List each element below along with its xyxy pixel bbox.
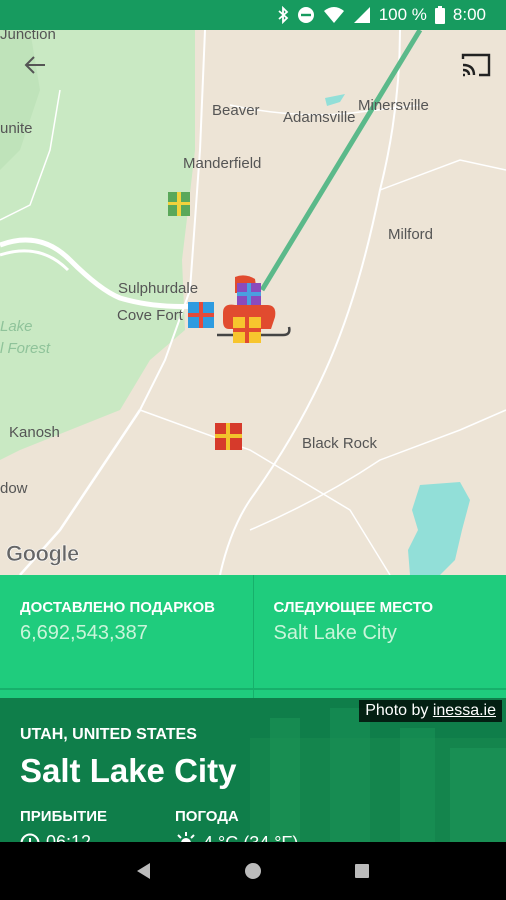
- nav-back-button[interactable]: [129, 856, 159, 886]
- nav-home-icon: [244, 863, 261, 879]
- present-marker-icon[interactable]: [215, 423, 242, 450]
- cast-button[interactable]: [460, 50, 492, 80]
- google-logo: Google: [6, 541, 80, 567]
- battery-icon: [434, 6, 445, 24]
- photo-credit-prefix: Photo by: [365, 702, 429, 719]
- map-label-black-rock: Black Rock: [302, 435, 378, 452]
- destination-card[interactable]: Photo by inessa.ie UTAH, UNITED STATES S…: [0, 698, 506, 842]
- weather-label: ПОГОДА: [175, 808, 239, 825]
- map-label-junction: Junction: [0, 30, 56, 43]
- back-button[interactable]: [20, 50, 50, 80]
- map-label-minersville: Minersville: [358, 97, 429, 114]
- nav-back-icon: [137, 863, 151, 879]
- nav-recents-icon: [354, 864, 369, 878]
- arrival-value: 06:12: [46, 832, 92, 842]
- present-marker-icon[interactable]: [188, 302, 214, 328]
- arrival-label: ПРИБЫТИЕ: [20, 808, 107, 825]
- photo-credit: Photo by inessa.ie: [359, 700, 502, 722]
- map-label-beaver: Beaver: [212, 102, 260, 119]
- delivered-stat: ДОСТАВЛЕНО ПОДАРКОВ 6,692,543,387: [0, 575, 253, 698]
- weather-value-row: 4 °C (34 °F): [175, 832, 298, 842]
- clock-icon: [20, 833, 40, 842]
- map-label-milford: Milford: [388, 226, 434, 243]
- nav-recents-button[interactable]: [347, 856, 377, 886]
- delivered-value: 6,692,543,387: [20, 622, 148, 644]
- map-label-cove-fort: Cove Fort: [117, 307, 183, 324]
- signal-icon: [353, 6, 371, 24]
- nav-home-button[interactable]: [238, 856, 268, 886]
- map-label-adamsville: Adamsville: [283, 109, 356, 126]
- cast-icon: [461, 53, 491, 77]
- present-marker-icon[interactable]: [168, 190, 190, 216]
- map-label-forest: l Forest: [0, 340, 51, 357]
- map[interactable]: Junction unite Beaver Adamsville Minersv…: [0, 30, 506, 575]
- clock: 8:00: [452, 5, 486, 24]
- destination-region: UTAH, UNITED STATES: [20, 726, 197, 743]
- sun-icon: [175, 832, 197, 842]
- arrow-back-icon: [24, 56, 45, 74]
- map-label-kanosh: Kanosh: [9, 424, 60, 441]
- santa-sleigh-icon: [217, 275, 291, 343]
- bluetooth-icon: [277, 6, 289, 24]
- next-location-label: СЛЕДУЮЩЕЕ МЕСТО: [273, 599, 434, 616]
- next-location-value: Salt Lake City: [273, 622, 397, 644]
- destination-city: Salt Lake City: [20, 752, 237, 789]
- do-not-disturb-icon: [297, 6, 315, 24]
- photo-credit-author-link[interactable]: inessa.ie: [433, 702, 496, 719]
- map-label-dow: dow: [0, 480, 28, 497]
- status-bar: 100 % 8:00: [0, 0, 506, 30]
- delivered-label: ДОСТАВЛЕНО ПОДАРКОВ: [20, 599, 215, 616]
- map-label-sulphurdale: Sulphurdale: [118, 280, 199, 297]
- map-label-unite: unite: [0, 120, 33, 137]
- map-label-lake: Lake: [0, 318, 33, 335]
- stats-panel: ДОСТАВЛЕНО ПОДАРКОВ 6,692,543,387 СЛЕДУЮ…: [0, 575, 506, 698]
- battery-percent: 100 %: [378, 5, 427, 24]
- system-nav-bar: [0, 842, 506, 900]
- wifi-icon: [323, 6, 345, 24]
- weather-value: 4 °C (34 °F): [203, 833, 298, 843]
- arrival-value-row: 06:12: [20, 832, 91, 842]
- next-location-stat: СЛЕДУЮЩЕЕ МЕСТО Salt Lake City: [252, 575, 506, 698]
- map-label-manderfield: Manderfield: [183, 155, 262, 172]
